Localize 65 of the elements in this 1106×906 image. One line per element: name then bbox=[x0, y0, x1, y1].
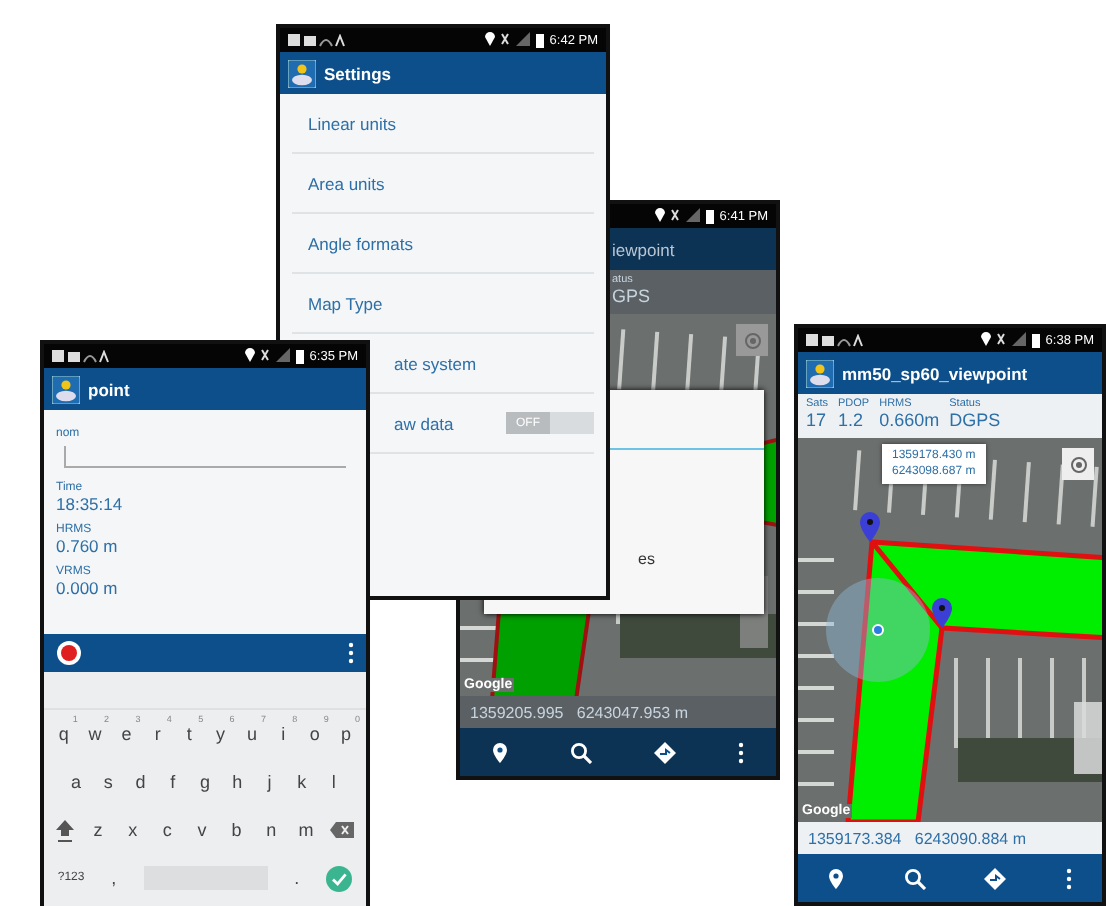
shift-key-icon[interactable] bbox=[55, 819, 74, 841]
app-logo-icon bbox=[52, 375, 80, 403]
screen-title: point bbox=[88, 379, 130, 399]
status-icons-drawing bbox=[288, 33, 348, 47]
field-value: 18:35:14 bbox=[56, 494, 125, 514]
more-icon[interactable] bbox=[738, 741, 745, 763]
direction-diamond-icon[interactable] bbox=[654, 741, 677, 763]
more-icon[interactable] bbox=[348, 642, 354, 664]
info-value: 1.2 bbox=[838, 410, 866, 430]
settings-item[interactable]: Area units bbox=[292, 154, 594, 214]
settings-item[interactable]: Linear units bbox=[292, 94, 594, 154]
keyboard-key[interactable]: j bbox=[259, 772, 280, 792]
field-value: 0.760 m bbox=[56, 536, 120, 556]
keyboard-key[interactable]: v bbox=[191, 820, 212, 840]
info-value: DGPS bbox=[949, 410, 1001, 430]
keyboard-key[interactable]: l bbox=[323, 772, 344, 792]
keyboard-key[interactable]: , bbox=[103, 868, 124, 888]
status-icons-drawing bbox=[806, 333, 866, 347]
status-icons-drawing bbox=[52, 349, 112, 363]
info-value: 0.660m bbox=[879, 410, 940, 430]
location-pin-icon[interactable] bbox=[491, 741, 508, 763]
info-value: 17 bbox=[806, 410, 829, 430]
coordinate-readout: 1359173.384 6243090.884 m bbox=[798, 822, 1102, 854]
search-icon[interactable] bbox=[569, 741, 592, 763]
keyboard-key[interactable]: s bbox=[98, 772, 119, 792]
coordinate-readout: 1359205.995 6243047.953 m bbox=[460, 696, 776, 728]
status-icons-drawing bbox=[243, 348, 304, 364]
keyboard-key[interactable]: d bbox=[130, 772, 151, 792]
screen-title: iewpoint bbox=[612, 239, 675, 259]
settings-item[interactable]: Map Type bbox=[292, 274, 594, 334]
location-pin-icon[interactable] bbox=[827, 867, 844, 889]
keyboard-key[interactable]: g bbox=[194, 772, 215, 792]
dialog-item[interactable]: es bbox=[638, 550, 655, 568]
search-icon[interactable] bbox=[903, 867, 926, 889]
status-icons-drawing bbox=[483, 32, 544, 48]
keyboard-key[interactable]: c bbox=[157, 820, 178, 840]
record-button-icon[interactable] bbox=[56, 640, 82, 666]
app-logo-icon bbox=[288, 59, 316, 87]
screen-title: Settings bbox=[324, 63, 392, 83]
keyboard-key[interactable]: z bbox=[87, 820, 108, 840]
info-value: GPS bbox=[612, 286, 651, 306]
settings-item-label: aw data bbox=[394, 413, 456, 433]
keyboard-key[interactable]: h bbox=[227, 772, 248, 792]
keyboard-key[interactable]: a bbox=[66, 772, 87, 792]
status-icons-drawing bbox=[653, 208, 714, 224]
settings-item[interactable]: Angle formats bbox=[292, 214, 594, 274]
text-input-field[interactable] bbox=[64, 446, 346, 468]
screen-title: mm50_sp60_viewpoint bbox=[842, 363, 1028, 383]
crosshair-icon bbox=[1069, 455, 1087, 473]
keyboard-key[interactable]: f bbox=[162, 772, 183, 792]
keyboard-key[interactable]: m bbox=[295, 820, 316, 840]
backspace-key-icon[interactable] bbox=[330, 822, 355, 838]
direction-diamond-icon[interactable] bbox=[984, 867, 1007, 889]
app-logo-icon bbox=[806, 359, 834, 387]
field-value: 0.000 m bbox=[56, 578, 120, 598]
status-icons-drawing bbox=[979, 332, 1040, 348]
keyboard-key[interactable]: n bbox=[261, 820, 282, 840]
keyboard-key[interactable]: x bbox=[122, 820, 143, 840]
more-icon[interactable] bbox=[1066, 867, 1073, 889]
keyboard-key[interactable]: b bbox=[226, 820, 247, 840]
locate-button[interactable] bbox=[1062, 448, 1094, 480]
enter-check-icon[interactable] bbox=[326, 865, 353, 891]
keyboard-key[interactable]: . bbox=[286, 868, 307, 888]
keyboard-key[interactable]: k bbox=[291, 772, 312, 792]
crosshair-icon bbox=[743, 331, 761, 349]
